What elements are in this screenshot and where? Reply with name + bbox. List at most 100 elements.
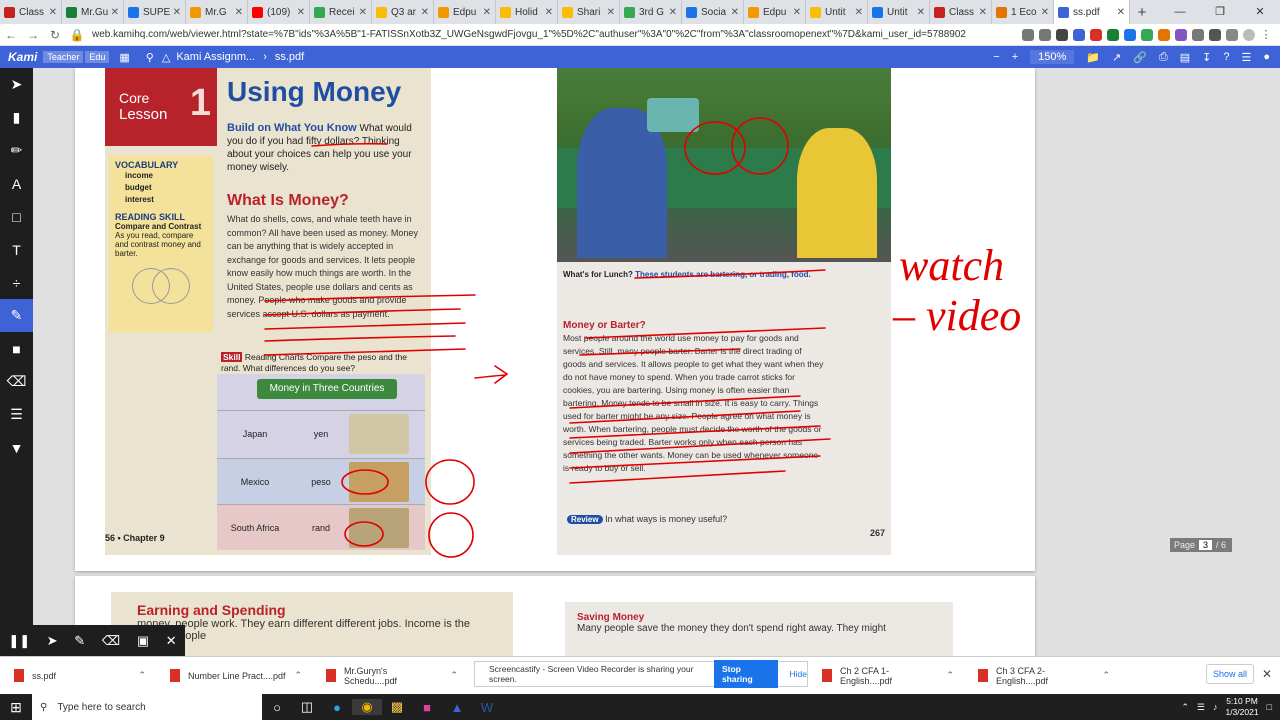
eraser-icon[interactable]: ⌫ xyxy=(102,633,120,649)
tab-close-icon[interactable]: ✕ xyxy=(421,7,429,18)
link-icon[interactable]: 🔗 xyxy=(1133,51,1147,64)
equation-icon[interactable]: ÷ xyxy=(0,266,33,299)
chevron-up-icon[interactable]: ⌃ xyxy=(1181,702,1189,713)
chrome-icon[interactable]: ◉ xyxy=(352,699,382,715)
kami-extension-icon[interactable] xyxy=(1073,28,1085,41)
extension-icon[interactable] xyxy=(1056,28,1068,41)
close-icon[interactable]: ✕ xyxy=(1262,667,1272,681)
menu-icon[interactable]: ☰ xyxy=(1241,51,1251,64)
page-number-input[interactable]: 3 xyxy=(1199,540,1213,550)
maximize-icon[interactable]: ❐ xyxy=(1200,0,1240,24)
media-icon[interactable] xyxy=(1226,28,1238,41)
chevron-up-icon[interactable]: ⌃ xyxy=(294,670,302,681)
text-highlight-icon[interactable]: A xyxy=(0,167,33,200)
download-item[interactable]: Number Line Pract....pdf ⌃ xyxy=(156,669,312,682)
profile-avatar-icon[interactable] xyxy=(1243,28,1255,41)
close-icon[interactable]: ✕ xyxy=(166,633,177,649)
browser-tab-active[interactable]: ss.pdf ✕ xyxy=(1054,0,1130,24)
browser-tab[interactable]: Holid ✕ xyxy=(496,0,558,24)
zoom-in-icon[interactable]: + xyxy=(1012,51,1018,63)
browser-tab[interactable]: Edpu ✕ xyxy=(434,0,496,24)
comment-icon[interactable]: □ xyxy=(0,200,33,233)
tab-close-icon[interactable]: ✕ xyxy=(793,7,801,18)
browser-tab[interactable]: Edpu ✕ xyxy=(744,0,806,24)
download-item[interactable]: Ch 3 CFA 2-English....pdf ⌃ xyxy=(964,666,1120,686)
camera-icon[interactable]: ▣ xyxy=(137,633,149,649)
extension-icon[interactable] xyxy=(1107,28,1119,41)
tab-close-icon[interactable]: ✕ xyxy=(359,7,367,18)
zoom-select[interactable]: 150% xyxy=(1030,50,1075,64)
browser-tab[interactable]: SUPE ✕ xyxy=(124,0,186,24)
clock[interactable]: 5:10 PM 1/3/2021 xyxy=(1225,696,1258,718)
tab-close-icon[interactable]: ✕ xyxy=(235,7,243,18)
stop-sharing-button[interactable]: Stop sharing xyxy=(713,660,778,688)
tab-close-icon[interactable]: ✕ xyxy=(1041,7,1049,18)
tab-close-icon[interactable]: ✕ xyxy=(669,7,677,18)
breadcrumb-file[interactable]: ss.pdf xyxy=(275,51,304,63)
tab-close-icon[interactable]: ✕ xyxy=(917,7,925,18)
select-tool-icon[interactable]: ➤ xyxy=(0,68,33,101)
save-icon[interactable]: ▤ xyxy=(1180,51,1190,64)
pen-tool-icon[interactable]: ✎ xyxy=(0,299,33,332)
back-icon[interactable]: ← xyxy=(0,28,22,42)
download-icon[interactable]: ↧ xyxy=(1202,51,1211,64)
pen-icon[interactable]: ✎ xyxy=(74,633,85,649)
download-item[interactable]: Mr.Guryn's Schedu....pdf ⌃ xyxy=(312,666,468,686)
share-icon[interactable]: ↗ xyxy=(1112,51,1121,64)
tab-close-icon[interactable]: ✕ xyxy=(49,7,57,18)
pause-icon[interactable]: ❚❚ xyxy=(8,633,30,649)
chevron-up-icon[interactable]: ⌃ xyxy=(450,670,458,681)
new-tab-icon[interactable]: + xyxy=(1130,4,1154,21)
signature-icon[interactable]: ▼ xyxy=(0,431,33,464)
cursor-icon[interactable]: ➤ xyxy=(47,633,58,649)
download-item[interactable]: ss.pdf ⌃ xyxy=(0,669,156,682)
volume-icon[interactable]: ♪ xyxy=(1213,702,1218,712)
hide-button[interactable]: Hide xyxy=(790,669,807,679)
app-icon[interactable]: ■ xyxy=(412,700,442,715)
url-field[interactable]: web.kamihq.com/web/viewer.html?state=%7B… xyxy=(88,29,1022,40)
tab-close-icon[interactable]: ✕ xyxy=(545,7,553,18)
download-item[interactable]: Ch 2 CFA 1-English....pdf ⌃ xyxy=(808,666,964,686)
kami-app-icon[interactable]: ▲ xyxy=(442,700,472,715)
task-view-icon[interactable]: ◫ xyxy=(292,699,322,715)
edge-icon[interactable]: ● xyxy=(322,700,352,715)
extension-icon[interactable] xyxy=(1090,28,1102,41)
browser-tab[interactable]: Untit ✕ xyxy=(868,0,930,24)
extension-icon[interactable] xyxy=(1022,28,1034,41)
folder-icon[interactable]: 📁 xyxy=(1086,51,1100,64)
windows-start-icon[interactable]: ⊞ xyxy=(0,699,32,716)
browser-tab[interactable]: Shari ✕ xyxy=(558,0,620,24)
lock-icon[interactable]: 🔒 xyxy=(66,28,88,42)
browser-tab[interactable]: Mr.G ✕ xyxy=(186,0,248,24)
extension-icon[interactable] xyxy=(1124,28,1136,41)
add-media-icon[interactable]: ☰ xyxy=(0,398,33,431)
show-all-button[interactable]: Show all xyxy=(1206,664,1254,684)
cast-icon[interactable] xyxy=(1209,28,1221,41)
extension-icon[interactable] xyxy=(1141,28,1153,41)
tab-close-icon[interactable]: ✕ xyxy=(111,7,119,18)
tab-close-icon[interactable]: ✕ xyxy=(979,7,987,18)
browser-tab[interactable]: 3rd G ✕ xyxy=(620,0,682,24)
browser-tab[interactable]: 1 Eco ✕ xyxy=(992,0,1054,24)
tab-close-icon[interactable]: ✕ xyxy=(173,7,181,18)
chevron-up-icon[interactable]: ⌃ xyxy=(946,670,954,681)
tab-close-icon[interactable]: ✕ xyxy=(297,7,305,18)
page-indicator[interactable]: Page 3 / 6 xyxy=(1170,538,1232,552)
menu-dots-icon[interactable]: ⋮ xyxy=(1260,28,1272,41)
zoom-out-icon[interactable]: − xyxy=(993,51,999,63)
browser-tab[interactable]: Socia ✕ xyxy=(682,0,744,24)
network-icon[interactable]: ☰ xyxy=(1197,702,1205,713)
notifications-icon[interactable]: □ xyxy=(1267,702,1272,712)
extension-icon[interactable] xyxy=(1158,28,1170,41)
word-icon[interactable]: W xyxy=(472,700,502,715)
extension-icon[interactable] xyxy=(1175,28,1187,41)
taskbar-search[interactable]: ⚲ Type here to search xyxy=(32,694,262,720)
tab-close-icon[interactable]: ✕ xyxy=(855,7,863,18)
search-icon[interactable]: ⚲ xyxy=(146,51,154,64)
puzzle-icon[interactable] xyxy=(1192,28,1204,41)
browser-tab[interactable]: (109) ✕ xyxy=(248,0,310,24)
chevron-up-icon[interactable]: ⌃ xyxy=(1102,670,1110,681)
file-explorer-icon[interactable]: ▩ xyxy=(382,699,412,715)
reload-icon[interactable]: ↻ xyxy=(44,28,66,42)
browser-tab[interactable]: Untit ✕ xyxy=(806,0,868,24)
